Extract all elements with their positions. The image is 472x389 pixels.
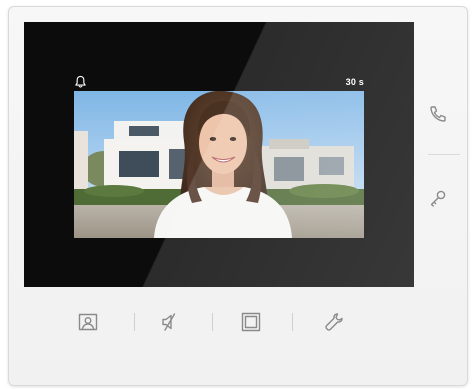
toolbar-divider <box>134 313 135 331</box>
visitor-video-feed <box>74 91 364 238</box>
toolbar-divider <box>292 313 293 331</box>
camera-view-button[interactable] <box>73 307 103 337</box>
contact-photo-icon <box>78 313 98 331</box>
mute-button[interactable] <box>154 307 184 337</box>
call-timer: 30 s <box>345 77 364 87</box>
answer-call-button[interactable] <box>422 98 454 130</box>
intercom-device: 30 s <box>8 6 468 386</box>
mute-speaker-icon <box>162 313 176 331</box>
screen-toggle-button[interactable] <box>236 307 266 337</box>
settings-button[interactable] <box>319 307 349 337</box>
phone-icon <box>430 106 446 122</box>
side-divider <box>428 154 460 155</box>
status-bar: 30 s <box>74 74 364 90</box>
wrench-icon <box>325 313 343 331</box>
open-door-button[interactable] <box>422 182 454 214</box>
side-panel <box>414 22 462 287</box>
display-screen: 30 s <box>24 22 414 287</box>
key-icon <box>430 190 446 207</box>
toolbar-divider <box>212 313 213 331</box>
square-icon <box>241 312 261 332</box>
bell-icon <box>75 75 86 88</box>
bottom-toolbar <box>51 305 381 339</box>
